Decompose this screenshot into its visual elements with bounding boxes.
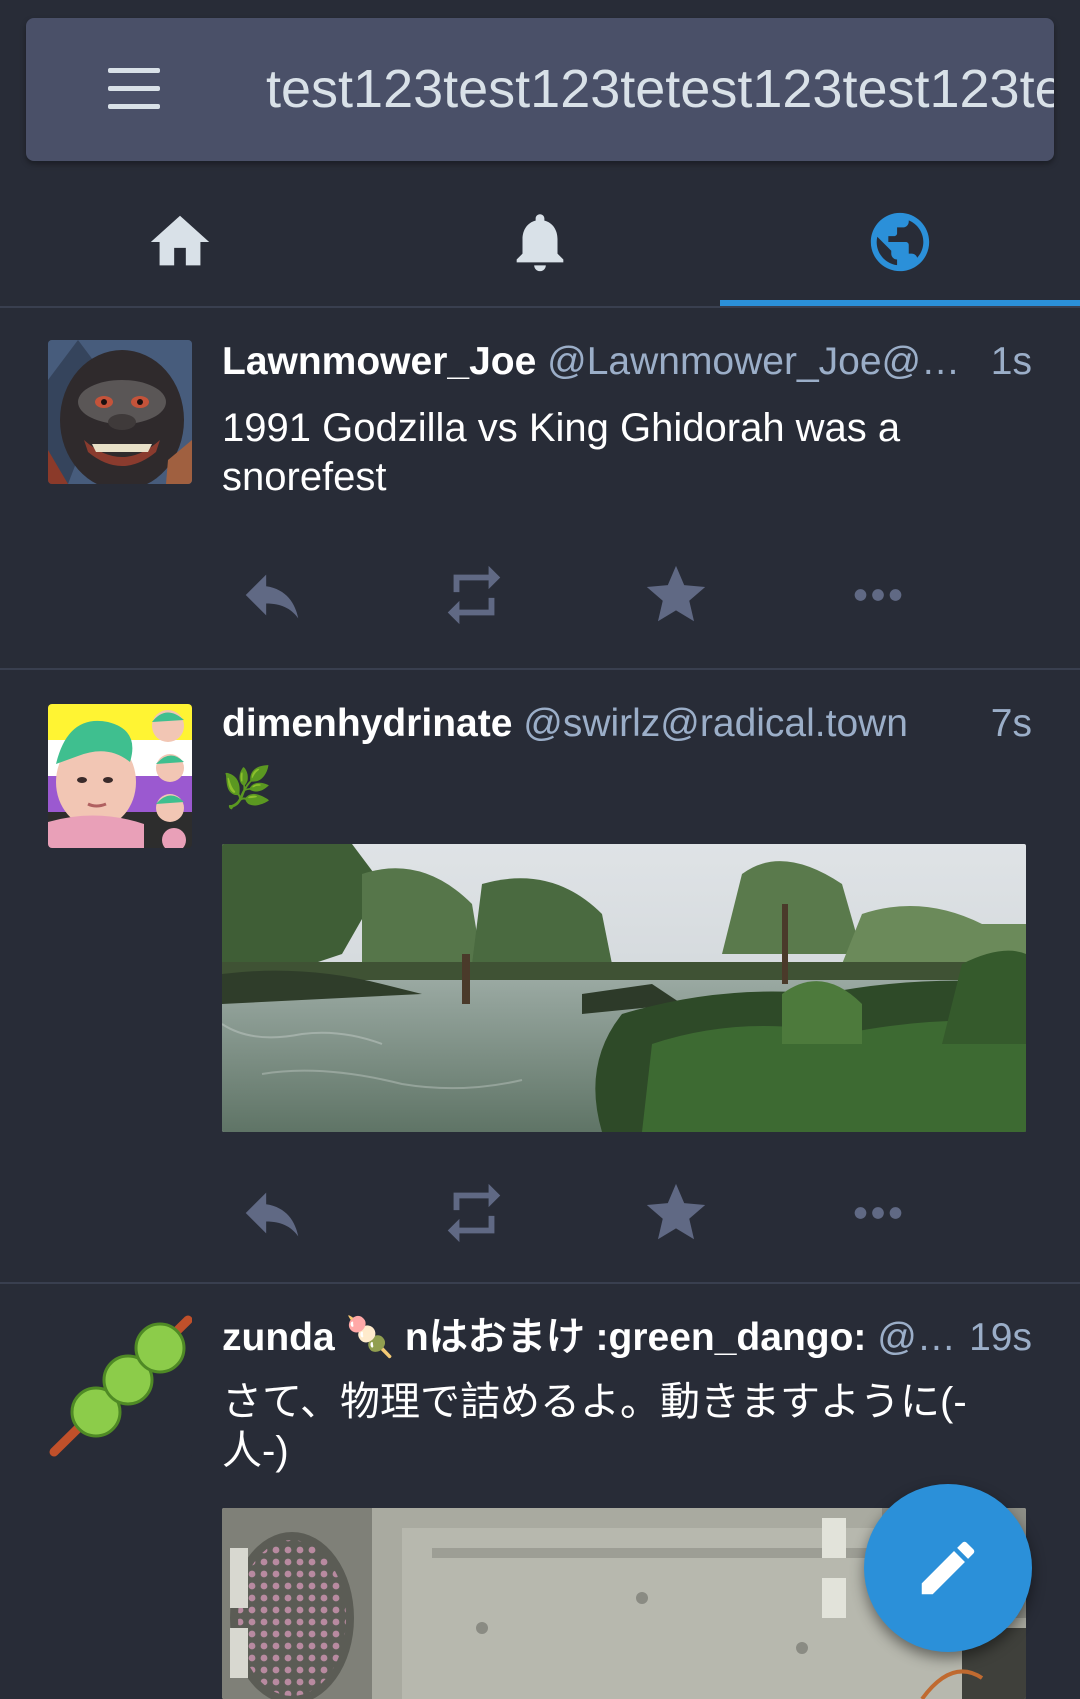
display-name[interactable]: dimenhydrinate <box>222 702 512 745</box>
timestamp[interactable]: 1s <box>982 332 1032 392</box>
tab-home[interactable] <box>0 178 360 306</box>
reply-icon <box>245 1192 299 1237</box>
favourite-icon <box>646 1183 706 1240</box>
status-header: zunda 🍡 nはおまけ :green_dango: @… 19s <box>222 1308 1032 1368</box>
status-content: 🌿 <box>222 766 272 810</box>
account-handle[interactable]: @… <box>877 1316 956 1359</box>
more-icon <box>854 1207 902 1219</box>
more-icon <box>854 589 902 601</box>
display-name[interactable]: Lawnmower_Joe <box>222 340 536 383</box>
hamburger-menu-icon[interactable] <box>104 66 164 112</box>
boost-button[interactable] <box>424 550 524 640</box>
home-icon <box>150 215 210 266</box>
compose-button[interactable] <box>864 1484 1032 1652</box>
reply-button[interactable] <box>222 1168 322 1258</box>
avatar[interactable] <box>48 1314 192 1458</box>
status-actions <box>222 1168 942 1258</box>
bell-icon <box>516 214 564 272</box>
media-attachment[interactable] <box>222 844 1026 1132</box>
more-button[interactable] <box>828 550 928 640</box>
timestamp[interactable]: 19s <box>961 1308 1032 1368</box>
account-handle[interactable]: @swirlz@radical.town <box>523 702 908 745</box>
display-name[interactable]: zunda 🍡 nはおまけ :green_dango: <box>222 1316 866 1359</box>
reply-button[interactable] <box>222 550 322 640</box>
status-content: 1991 Godzilla vs King Ghidorah was a sno… <box>222 406 901 499</box>
boost-icon <box>447 565 501 625</box>
account-handle[interactable]: @Lawnmower_Joe@… <box>547 340 960 383</box>
status-content: さて、物理で詰めるよ。動きますように(-人-) <box>222 1380 967 1473</box>
boost-icon <box>447 1183 501 1243</box>
timestamp[interactable]: 7s <box>982 694 1032 754</box>
avatar[interactable] <box>48 704 192 848</box>
tab-federated[interactable] <box>720 178 1080 306</box>
status-actions <box>222 550 942 640</box>
pencil-icon <box>921 1541 975 1595</box>
boost-button[interactable] <box>424 1168 524 1258</box>
status-header: dimenhydrinate @swirlz@radical.town 7s <box>222 694 1032 754</box>
globe-icon <box>870 212 930 272</box>
avatar[interactable] <box>48 340 192 484</box>
reply-icon <box>245 574 299 619</box>
search-input[interactable]: test123test123tetest123test123test123 <box>266 18 1054 161</box>
status-card[interactable]: dimenhydrinate @swirlz@radical.town 7s 🌿 <box>0 670 1080 1282</box>
favourite-button[interactable] <box>626 550 726 640</box>
tab-notifications[interactable] <box>360 178 720 306</box>
status-card[interactable]: Lawnmower_Joe @Lawnmower_Joe@… 1s 1991 G… <box>0 308 1080 668</box>
status-header: Lawnmower_Joe @Lawnmower_Joe@… 1s <box>222 332 1032 392</box>
favourite-icon <box>646 565 706 622</box>
favourite-button[interactable] <box>626 1168 726 1258</box>
column-tabs <box>0 178 1080 306</box>
more-button[interactable] <box>828 1168 928 1258</box>
search-bar[interactable]: test123test123tetest123test123test123 <box>26 18 1054 161</box>
